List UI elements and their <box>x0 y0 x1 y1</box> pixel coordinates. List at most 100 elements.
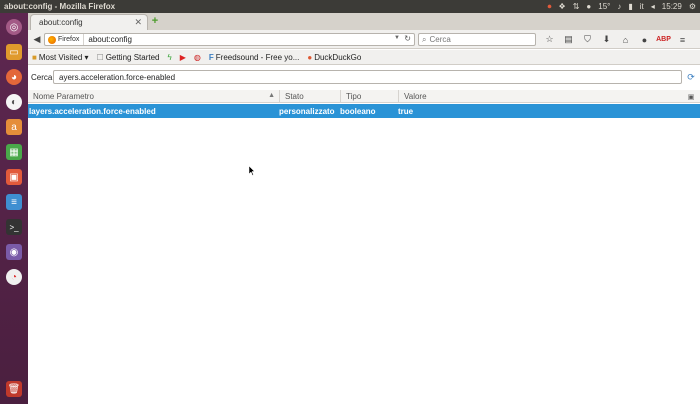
ubuntu-logo-icon: ◎ <box>6 19 22 35</box>
url-text[interactable]: about:config <box>84 35 132 44</box>
folder-icon: ■ <box>32 52 37 62</box>
unity-launcher: ◎ ▭ ◕ ◐ a ▦ ▣ ≡ >_ ◉ ◔ 🗑 <box>0 13 28 404</box>
document-icon: ◐ <box>6 94 22 110</box>
bookmark-label: Freedsound - Free yo... <box>215 52 300 62</box>
battery-icon[interactable]: ▮ <box>628 2 632 11</box>
config-search-label: Cerca: <box>31 72 55 82</box>
volume-icon[interactable]: ♪ <box>617 2 621 11</box>
freedsound-icon: F <box>208 52 214 62</box>
bookmark-getting-started[interactable]: ☐ Getting Started <box>97 53 160 62</box>
page-icon: ☐ <box>96 52 104 62</box>
session-gear-icon[interactable]: ⚙ <box>689 2 696 11</box>
close-tab-icon[interactable]: ✕ <box>134 17 142 28</box>
reload-icon[interactable]: ↻ <box>404 34 411 43</box>
search-icon[interactable]: ⌕ <box>422 35 426 45</box>
home-icon[interactable]: ⌂ <box>616 33 635 46</box>
trash-icon: 🗑 <box>6 381 22 397</box>
bookmark-duckduckgo[interactable]: ● DuckDuckGo <box>307 53 361 62</box>
table-row[interactable]: layers.acceleration.force-enabled person… <box>28 104 700 118</box>
camera-icon: ◉ <box>6 244 22 260</box>
search-bar[interactable]: ⌕ <box>418 33 536 46</box>
identity-label: Firefox <box>58 36 80 43</box>
bookmark-freedsound[interactable]: F Freedsound - Free yo... <box>209 53 299 62</box>
bookmark-most-visited[interactable]: ■ Most Visited ▾ <box>32 53 89 62</box>
screen-recorder-icon[interactable]: ⏺ <box>548 2 552 12</box>
bookmark-star-icon[interactable]: ☆ <box>540 33 559 46</box>
launcher-firefox-button[interactable]: ◕ <box>3 66 25 88</box>
pref-status: personalizzato <box>279 106 335 116</box>
identity-box[interactable]: Firefox <box>45 34 85 45</box>
launcher-software-button[interactable]: a <box>3 116 25 138</box>
terminal-icon: >_ <box>6 219 22 235</box>
launcher-files-button[interactable]: ▭ <box>3 41 25 63</box>
launcher-impress-button[interactable]: ▣ <box>3 166 25 188</box>
launcher-libreoffice-button[interactable]: ◐ <box>3 91 25 113</box>
window-title: about:config - Mozilla Firefox <box>4 2 116 11</box>
column-picker-icon[interactable]: ▣ <box>685 91 697 102</box>
reading-list-icon[interactable]: ▤ <box>559 33 578 46</box>
system-tray: ⏺ ❖ ⇅ ● 15° ♪ ▮ it ◂ 15:29 ⚙ <box>548 0 700 13</box>
column-name-label: Nome Parametro <box>33 92 94 101</box>
column-stato-label: Stato <box>285 92 304 101</box>
toolbar-icons: ☆ ▤ ⛉ ⬇ ⌂ ● ABP ≡ <box>540 33 692 46</box>
bookmark-youtube[interactable]: ▶ <box>180 53 186 62</box>
show-all-icon[interactable]: ⟳ <box>685 71 697 83</box>
column-valore-label: Valore <box>404 92 427 101</box>
about-config-page: Cerca: ayers.acceleration.force-enabled … <box>28 66 700 404</box>
pocket-icon[interactable]: ⛉ <box>578 33 597 46</box>
bookmark-red-circle[interactable]: ◍ <box>194 53 201 62</box>
pref-type: booleano <box>340 106 376 116</box>
launcher-dash-button[interactable]: ◎ <box>3 16 25 38</box>
bookmark-label: Getting Started <box>105 52 160 62</box>
weather-icon[interactable]: ● <box>586 2 591 11</box>
clock-text[interactable]: 15:29 <box>662 2 682 11</box>
config-table-header: Nome Parametro ▲ Stato Tipo Valore ▣ <box>28 90 700 103</box>
network-icon[interactable]: ⇅ <box>573 2 580 11</box>
keyboard-layout-indicator[interactable]: it <box>640 2 644 11</box>
column-header-name[interactable]: Nome Parametro ▲ <box>28 90 279 103</box>
launcher-terminal-button[interactable]: >_ <box>3 216 25 238</box>
config-search-input[interactable]: ayers.acceleration.force-enabled <box>53 70 682 84</box>
bookmark-green-bolt[interactable]: ϟ <box>168 53 172 62</box>
dropbox-icon[interactable]: ❖ <box>559 2 566 11</box>
red-circle-icon: ◍ <box>193 52 201 62</box>
top-panel: about:config - Mozilla Firefox ⏺ ❖ ⇅ ● 1… <box>0 0 700 13</box>
column-header-tipo[interactable]: Tipo <box>340 90 398 103</box>
text-editor-icon: ≡ <box>6 194 22 210</box>
chat-icon[interactable]: ● <box>635 33 654 46</box>
bookmark-label: Most Visited ▾ <box>38 52 89 62</box>
url-bar[interactable]: Firefox about:config ▼ ↻ <box>44 33 415 46</box>
youtube-icon: ▶ <box>179 52 186 62</box>
launcher-chart-button[interactable]: ◔ <box>3 266 25 288</box>
launcher-screenshot-button[interactable]: ◉ <box>3 241 25 263</box>
pref-name: layers.acceleration.force-enabled <box>29 106 156 116</box>
launcher-trash-button[interactable]: 🗑 <box>3 378 25 400</box>
files-icon: ▭ <box>6 44 22 60</box>
history-dropdown-icon[interactable]: ▼ <box>394 35 400 41</box>
pie-chart-icon: ◔ <box>6 269 22 285</box>
navigation-toolbar: ◀ Firefox about:config ▼ ↻ ⌕ ☆ ▤ ⛉ ⬇ ⌂ ●… <box>28 30 700 49</box>
download-icon[interactable]: ⬇ <box>597 33 616 46</box>
search-input[interactable] <box>429 35 526 44</box>
tab-about-config[interactable]: about:config ✕ <box>30 14 148 30</box>
back-button[interactable]: ◀ <box>31 32 43 46</box>
duckduckgo-icon: ● <box>307 52 313 62</box>
bookmarks-toolbar: ■ Most Visited ▾ ☐ Getting Started ϟ ▶ ◍… <box>28 50 700 65</box>
column-header-stato[interactable]: Stato <box>279 90 340 103</box>
presentation-icon: ▣ <box>6 169 22 185</box>
new-tab-button[interactable]: + <box>149 14 161 28</box>
spreadsheet-icon: ▦ <box>6 144 22 160</box>
firefox-logo-icon <box>48 35 56 44</box>
adblock-icon[interactable]: ABP <box>654 33 673 46</box>
column-header-valore[interactable]: Valore <box>398 90 684 103</box>
menu-icon[interactable]: ≡ <box>673 33 692 46</box>
launcher-calc-button[interactable]: ▦ <box>3 141 25 163</box>
temperature-text[interactable]: 15° <box>598 2 610 11</box>
pref-value: true <box>398 106 414 116</box>
sort-ascending-icon: ▲ <box>268 92 275 99</box>
software-center-icon: a <box>6 119 22 135</box>
launcher-writer-button[interactable]: ≡ <box>3 191 25 213</box>
tab-label: about:config <box>39 18 83 27</box>
volume-control-icon[interactable]: ◂ <box>651 2 655 11</box>
firefox-icon: ◕ <box>6 69 22 85</box>
